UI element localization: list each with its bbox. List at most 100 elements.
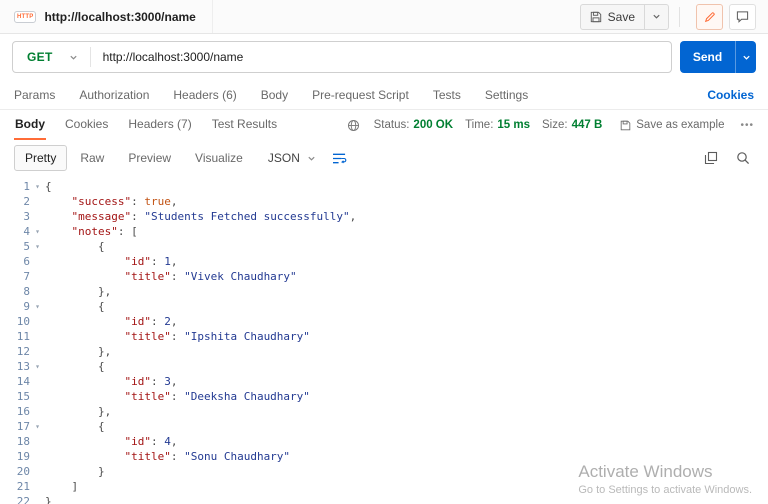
request-tabs-row: Params Authorization Headers (6) Body Pre-re… xyxy=(0,80,768,110)
request-tab-settings[interactable]: Settings xyxy=(485,88,528,102)
line-number: 12 xyxy=(0,344,30,359)
fold-toggle-icon[interactable]: ▾ xyxy=(30,179,45,194)
fold-toggle-icon[interactable]: ▾ xyxy=(30,419,45,434)
save-button-main[interactable]: Save xyxy=(581,5,644,29)
request-tab-headers-6[interactable]: Headers (6) xyxy=(173,88,236,102)
code-line: 8 }, xyxy=(0,284,768,299)
size-label: Size: xyxy=(542,119,568,131)
request-tab-authorization[interactable]: Authorization xyxy=(79,88,149,102)
view-visualize[interactable]: Visualize xyxy=(184,145,254,171)
code-text: "success": true, xyxy=(45,194,177,209)
fold-spacer xyxy=(30,254,45,269)
edit-button[interactable] xyxy=(696,4,723,30)
time-value[interactable]: 15 ms xyxy=(497,119,530,131)
fold-spacer xyxy=(30,314,45,329)
search-icon xyxy=(736,151,750,165)
fold-spacer xyxy=(30,389,45,404)
fold-spacer xyxy=(30,449,45,464)
code-line: 13▾ { xyxy=(0,359,768,374)
code-line: 12 }, xyxy=(0,344,768,359)
copy-icon xyxy=(704,151,718,165)
code-text: ] xyxy=(45,479,78,494)
code-text: "title": "Ipshita Chaudhary" xyxy=(45,329,310,344)
code-lines: 1▾{2 "success": true,3 "message": "Stude… xyxy=(0,179,768,504)
response-tab-headers-7[interactable]: Headers (7) xyxy=(127,110,192,140)
fold-spacer xyxy=(30,209,45,224)
request-tab-tests[interactable]: Tests xyxy=(433,88,461,102)
fold-spacer xyxy=(30,329,45,344)
fold-toggle-icon[interactable]: ▾ xyxy=(30,359,45,374)
network-icon xyxy=(347,119,360,132)
code-text: "id": 4, xyxy=(45,434,177,449)
code-line: 22} xyxy=(0,494,768,504)
fold-toggle-icon[interactable]: ▾ xyxy=(30,299,45,314)
save-as-example-label: Save as example xyxy=(636,119,724,131)
code-text: } xyxy=(45,494,52,504)
code-line: 7 "title": "Vivek Chaudhary" xyxy=(0,269,768,284)
save-menu-chevron[interactable] xyxy=(644,5,668,29)
format-dropdown[interactable]: JSON xyxy=(268,151,316,165)
send-button[interactable]: Send xyxy=(680,41,756,73)
size-value[interactable]: 447 B xyxy=(572,119,603,131)
fold-spacer xyxy=(30,194,45,209)
line-number: 22 xyxy=(0,494,30,504)
fold-toggle-icon[interactable]: ▾ xyxy=(30,239,45,254)
code-line: 19 "title": "Sonu Chaudhary" xyxy=(0,449,768,464)
view-raw[interactable]: Raw xyxy=(69,145,115,171)
code-line: 18 "id": 4, xyxy=(0,434,768,449)
code-line: 9▾ { xyxy=(0,299,768,314)
request-tab-params[interactable]: Params xyxy=(14,88,55,102)
comment-button[interactable] xyxy=(729,4,756,30)
line-number: 18 xyxy=(0,434,30,449)
send-menu-chevron[interactable] xyxy=(736,41,756,73)
view-pretty[interactable]: Pretty xyxy=(14,145,67,171)
url-container: GET http://localhost:3000/name xyxy=(12,41,672,73)
request-tab-body[interactable]: Body xyxy=(261,88,288,102)
code-text: "message": "Students Fetched successfull… xyxy=(45,209,356,224)
line-number: 1 xyxy=(0,179,30,194)
save-button[interactable]: Save xyxy=(580,4,669,30)
view-preview[interactable]: Preview xyxy=(117,145,182,171)
request-bar: GET http://localhost:3000/name Send xyxy=(0,34,768,80)
code-line: 17▾ { xyxy=(0,419,768,434)
http-request-icon: HTTP xyxy=(14,11,36,23)
code-line: 1▾{ xyxy=(0,179,768,194)
code-text: }, xyxy=(45,284,111,299)
send-button-label[interactable]: Send xyxy=(680,41,735,73)
response-body-viewer[interactable]: 1▾{2 "success": true,3 "message": "Stude… xyxy=(0,176,768,504)
save-as-example-button[interactable]: Save as example xyxy=(620,119,724,131)
code-line: 16 }, xyxy=(0,404,768,419)
code-line: 20 } xyxy=(0,464,768,479)
tab-strip: HTTP http://localhost:3000/name Save xyxy=(0,0,768,34)
copy-button[interactable] xyxy=(704,151,718,165)
code-text: }, xyxy=(45,404,111,419)
code-text: "notes": [ xyxy=(45,224,138,239)
request-tab-header[interactable]: HTTP http://localhost:3000/name xyxy=(0,0,213,33)
code-line: 21 ] xyxy=(0,479,768,494)
fold-spacer xyxy=(30,434,45,449)
search-button[interactable] xyxy=(736,151,750,165)
cookies-link[interactable]: Cookies xyxy=(707,88,754,102)
fold-toggle-icon[interactable]: ▾ xyxy=(30,224,45,239)
line-number: 7 xyxy=(0,269,30,284)
response-tab-body[interactable]: Body xyxy=(14,110,46,140)
line-number: 6 xyxy=(0,254,30,269)
chevron-down-icon xyxy=(307,154,316,163)
request-tab-pre-request-script[interactable]: Pre-request Script xyxy=(312,88,409,102)
line-number: 2 xyxy=(0,194,30,209)
line-number: 9 xyxy=(0,299,30,314)
save-icon xyxy=(590,11,602,23)
more-options-icon[interactable]: ••• xyxy=(740,120,754,131)
comment-icon xyxy=(736,10,749,23)
wrap-lines-button[interactable] xyxy=(332,152,347,165)
url-input[interactable]: http://localhost:3000/name xyxy=(91,50,671,64)
code-text: "title": "Vivek Chaudhary" xyxy=(45,269,297,284)
method-dropdown[interactable]: GET xyxy=(13,50,90,64)
line-number: 8 xyxy=(0,284,30,299)
status-value[interactable]: 200 OK xyxy=(413,119,453,131)
code-line: 6 "id": 1, xyxy=(0,254,768,269)
response-tab-cookies[interactable]: Cookies xyxy=(64,110,109,140)
response-meta: Status: 200 OK Time: 15 ms Size: 447 B S… xyxy=(347,119,754,132)
line-number: 10 xyxy=(0,314,30,329)
response-tab-test-results[interactable]: Test Results xyxy=(211,110,278,140)
